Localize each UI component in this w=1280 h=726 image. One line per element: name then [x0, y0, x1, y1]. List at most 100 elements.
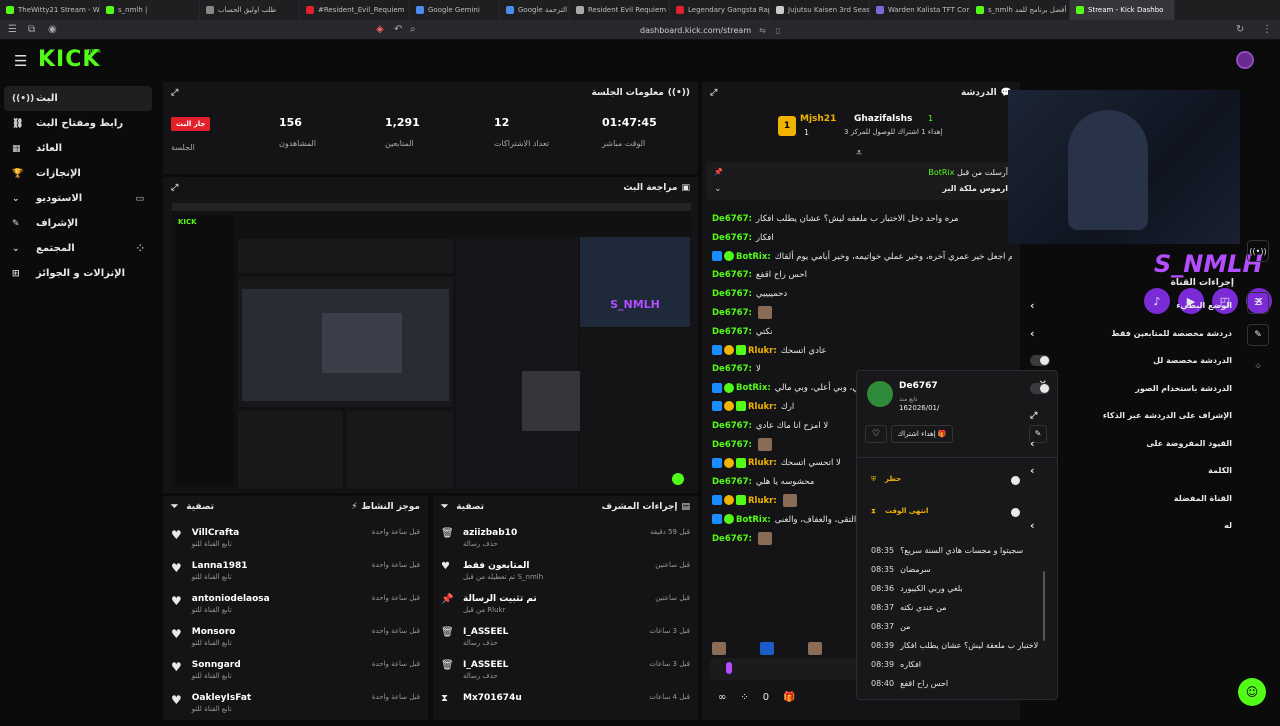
sidebar-item[interactable]: ⊞ الإنزالات و الجوائز	[4, 261, 152, 286]
mod-action-name[interactable]: المتابعون فقط	[463, 561, 543, 571]
chat-username[interactable]: De6767:	[712, 364, 752, 374]
chat-username[interactable]: De6767:	[712, 270, 752, 280]
chat-username[interactable]: De6767:	[712, 421, 752, 431]
card-username[interactable]: De6767	[899, 381, 938, 391]
sidebar-item[interactable]: ((•)) البث	[4, 86, 152, 111]
filter-icon[interactable]: ⏷	[171, 502, 178, 512]
mod-filter[interactable]: تصفية	[456, 502, 484, 512]
sidebar-item[interactable]: ⌄ الاستوديو ▭	[4, 186, 152, 211]
browser-tab[interactable]: Google Gemini	[410, 0, 500, 20]
emote[interactable]	[808, 641, 822, 655]
menu-icon[interactable]: ⋮	[1262, 24, 1272, 35]
follow-heart-button[interactable]: ♡	[865, 425, 887, 443]
pinned-user[interactable]: BotRix	[928, 168, 954, 177]
sidebar-item[interactable]: ▦ العائد	[4, 136, 152, 161]
expand-icon[interactable]: ⤢	[171, 183, 178, 193]
chat-username[interactable]: Rlukr:	[748, 458, 777, 468]
channel-action-toggle[interactable]	[1030, 355, 1050, 367]
browser-tab[interactable]: طلب اوليق الحساب	[200, 0, 300, 20]
chat-username[interactable]: De6767:	[712, 534, 752, 544]
channel-action-item[interactable]: القيود المفروضة على ›	[1022, 430, 1240, 458]
avatar[interactable]	[1236, 51, 1254, 69]
hamburger-icon[interactable]: ☰	[14, 52, 27, 70]
sidebar-item[interactable]: ✎ الإشراف	[4, 211, 152, 236]
gift-icon[interactable]: 🎁	[783, 692, 795, 703]
channel-action-item[interactable]: الوضع البطيء ›	[1022, 292, 1240, 320]
browser-tab[interactable]: Jujutsu Kaisen 3rd Season	[770, 0, 870, 20]
channel-action-item[interactable]: الكلمة ›	[1022, 457, 1240, 485]
activity-filter[interactable]: تصفية	[186, 502, 214, 512]
mod-action-name[interactable]: تم تثبيت الرسالة	[463, 594, 537, 604]
copy-icon[interactable]: ⧉	[28, 24, 35, 35]
list-tool-icon[interactable]: ☰	[1247, 292, 1269, 314]
browser-tab[interactable]: s_nmlh |	[100, 0, 200, 20]
channel-action-item[interactable]: الدردشة مخصصة لل	[1022, 347, 1240, 375]
activity-username[interactable]: antoniodelaosa	[192, 594, 270, 604]
expand-icon[interactable]: ⤢	[171, 88, 178, 98]
chat-username[interactable]: Rlukr:	[748, 496, 777, 506]
browser-tab[interactable]: TheWitty21 Stream - Watc	[0, 0, 100, 20]
mod-action-name[interactable]: I_ASSEEL	[463, 627, 508, 637]
chat-username[interactable]: De6767:	[712, 233, 752, 243]
reload-icon[interactable]: ↻	[1236, 24, 1244, 35]
help-chat-button[interactable]: ☺	[1238, 678, 1266, 706]
channel-action-item[interactable]: القناة المفضلة	[1022, 485, 1240, 513]
gift-sub-button[interactable]: إهداء اشتراك 🎁	[891, 425, 953, 443]
chat-username[interactable]: De6767:	[712, 477, 752, 487]
url-field[interactable]: dashboard.kick.com/stream ⇆ ▯	[640, 23, 910, 37]
activity-username[interactable]: VillCrafta	[192, 528, 239, 538]
mic-icon[interactable]	[726, 662, 732, 674]
browser-tab[interactable]: Stream - Kick Dashbo	[1070, 0, 1175, 20]
chat-username[interactable]: Rlukr:	[748, 402, 777, 412]
sidebar-item[interactable]: ⌄ المجتمع ⁘	[4, 236, 152, 261]
broadcast-tool-icon[interactable]: ((•))	[1247, 240, 1269, 262]
gifter-name[interactable]: Mjsh21	[800, 114, 836, 124]
emote[interactable]	[712, 641, 726, 655]
chat-username[interactable]: De6767:	[712, 308, 752, 318]
chat-username[interactable]: De6767:	[712, 440, 752, 450]
channel-action-item[interactable]: له ›	[1022, 512, 1240, 540]
chevron-down-icon[interactable]: ⌄	[714, 184, 722, 194]
channel-action-toggle[interactable]	[1030, 382, 1050, 394]
brave-shield-icon[interactable]: ◈	[376, 24, 384, 35]
community-side-icon[interactable]: ⁘	[136, 244, 144, 254]
channel-action-item[interactable]: الدردشة باستخدام الصور	[1022, 375, 1240, 403]
chat-username[interactable]: De6767:	[712, 327, 752, 337]
chat-username[interactable]: De6767:	[712, 214, 752, 224]
activity-username[interactable]: Sonngard	[192, 660, 241, 670]
discord-icon[interactable]: ◉	[48, 24, 57, 35]
studio-side-icon[interactable]: ▭	[135, 194, 144, 204]
stream-preview-video[interactable]: KICK S_NMLH	[172, 203, 691, 491]
browser-tab[interactable]: Google الترجمة	[500, 0, 570, 20]
search-icon[interactable]: ⌕	[410, 24, 416, 35]
sidebar-toggle-icon[interactable]: ☰	[8, 24, 17, 35]
expand-icon[interactable]: ⤢	[710, 88, 717, 98]
chat-username[interactable]: Rlukr:	[748, 346, 777, 356]
chat-username[interactable]: BotRix:	[736, 383, 771, 393]
people-icon[interactable]: ⁘	[740, 692, 748, 703]
recipient-name[interactable]: Ghazifalshs	[854, 114, 912, 124]
emote[interactable]	[760, 641, 774, 655]
sidebar-item[interactable]: 🏆 الإنجازات	[4, 161, 152, 186]
activity-username[interactable]: Lanna1981	[192, 561, 248, 571]
pin-icon[interactable]: 📌	[714, 168, 723, 176]
channel-action-item[interactable]: دردشة مخصصة للمتابعين فقط ›	[1022, 320, 1240, 348]
chat-username[interactable]: De6767:	[712, 289, 752, 299]
browser-tab[interactable]: Legendary Gangsta Rap from	[670, 0, 770, 20]
browser-tab[interactable]: #Resident_Evil_Requiem	[300, 0, 410, 20]
sidebar-item[interactable]: ⛓ رابط ومفتاح البث	[4, 111, 152, 136]
mod-action-name[interactable]: aziizbab10	[463, 528, 517, 538]
activity-username[interactable]: OakleyIsFat	[192, 693, 251, 703]
mod-action-name[interactable]: I_ASSEEL	[463, 660, 508, 670]
browser-tab[interactable]: Warden Kalista TFT Comp Guid	[870, 0, 970, 20]
chat-username[interactable]: BotRix:	[736, 252, 771, 262]
activity-username[interactable]: Monsoro	[192, 627, 236, 637]
wrench-tool-icon[interactable]: ✎	[1247, 324, 1269, 346]
channel-action-item[interactable]: الإشراف على الدردشة عبر الذكاء ⤢	[1022, 402, 1240, 430]
mod-action-name[interactable]: Mx701674u	[463, 693, 522, 703]
infinity-icon[interactable]: ∞	[718, 692, 726, 703]
collapse-icon[interactable]: ⩡	[856, 146, 862, 160]
people-tool-icon[interactable]: ⁘	[1247, 356, 1269, 378]
filter-icon[interactable]: ⏷	[441, 502, 448, 512]
browser-tab[interactable]: s_nmlh مخير | أفضل برنامج للمد	[970, 0, 1070, 20]
